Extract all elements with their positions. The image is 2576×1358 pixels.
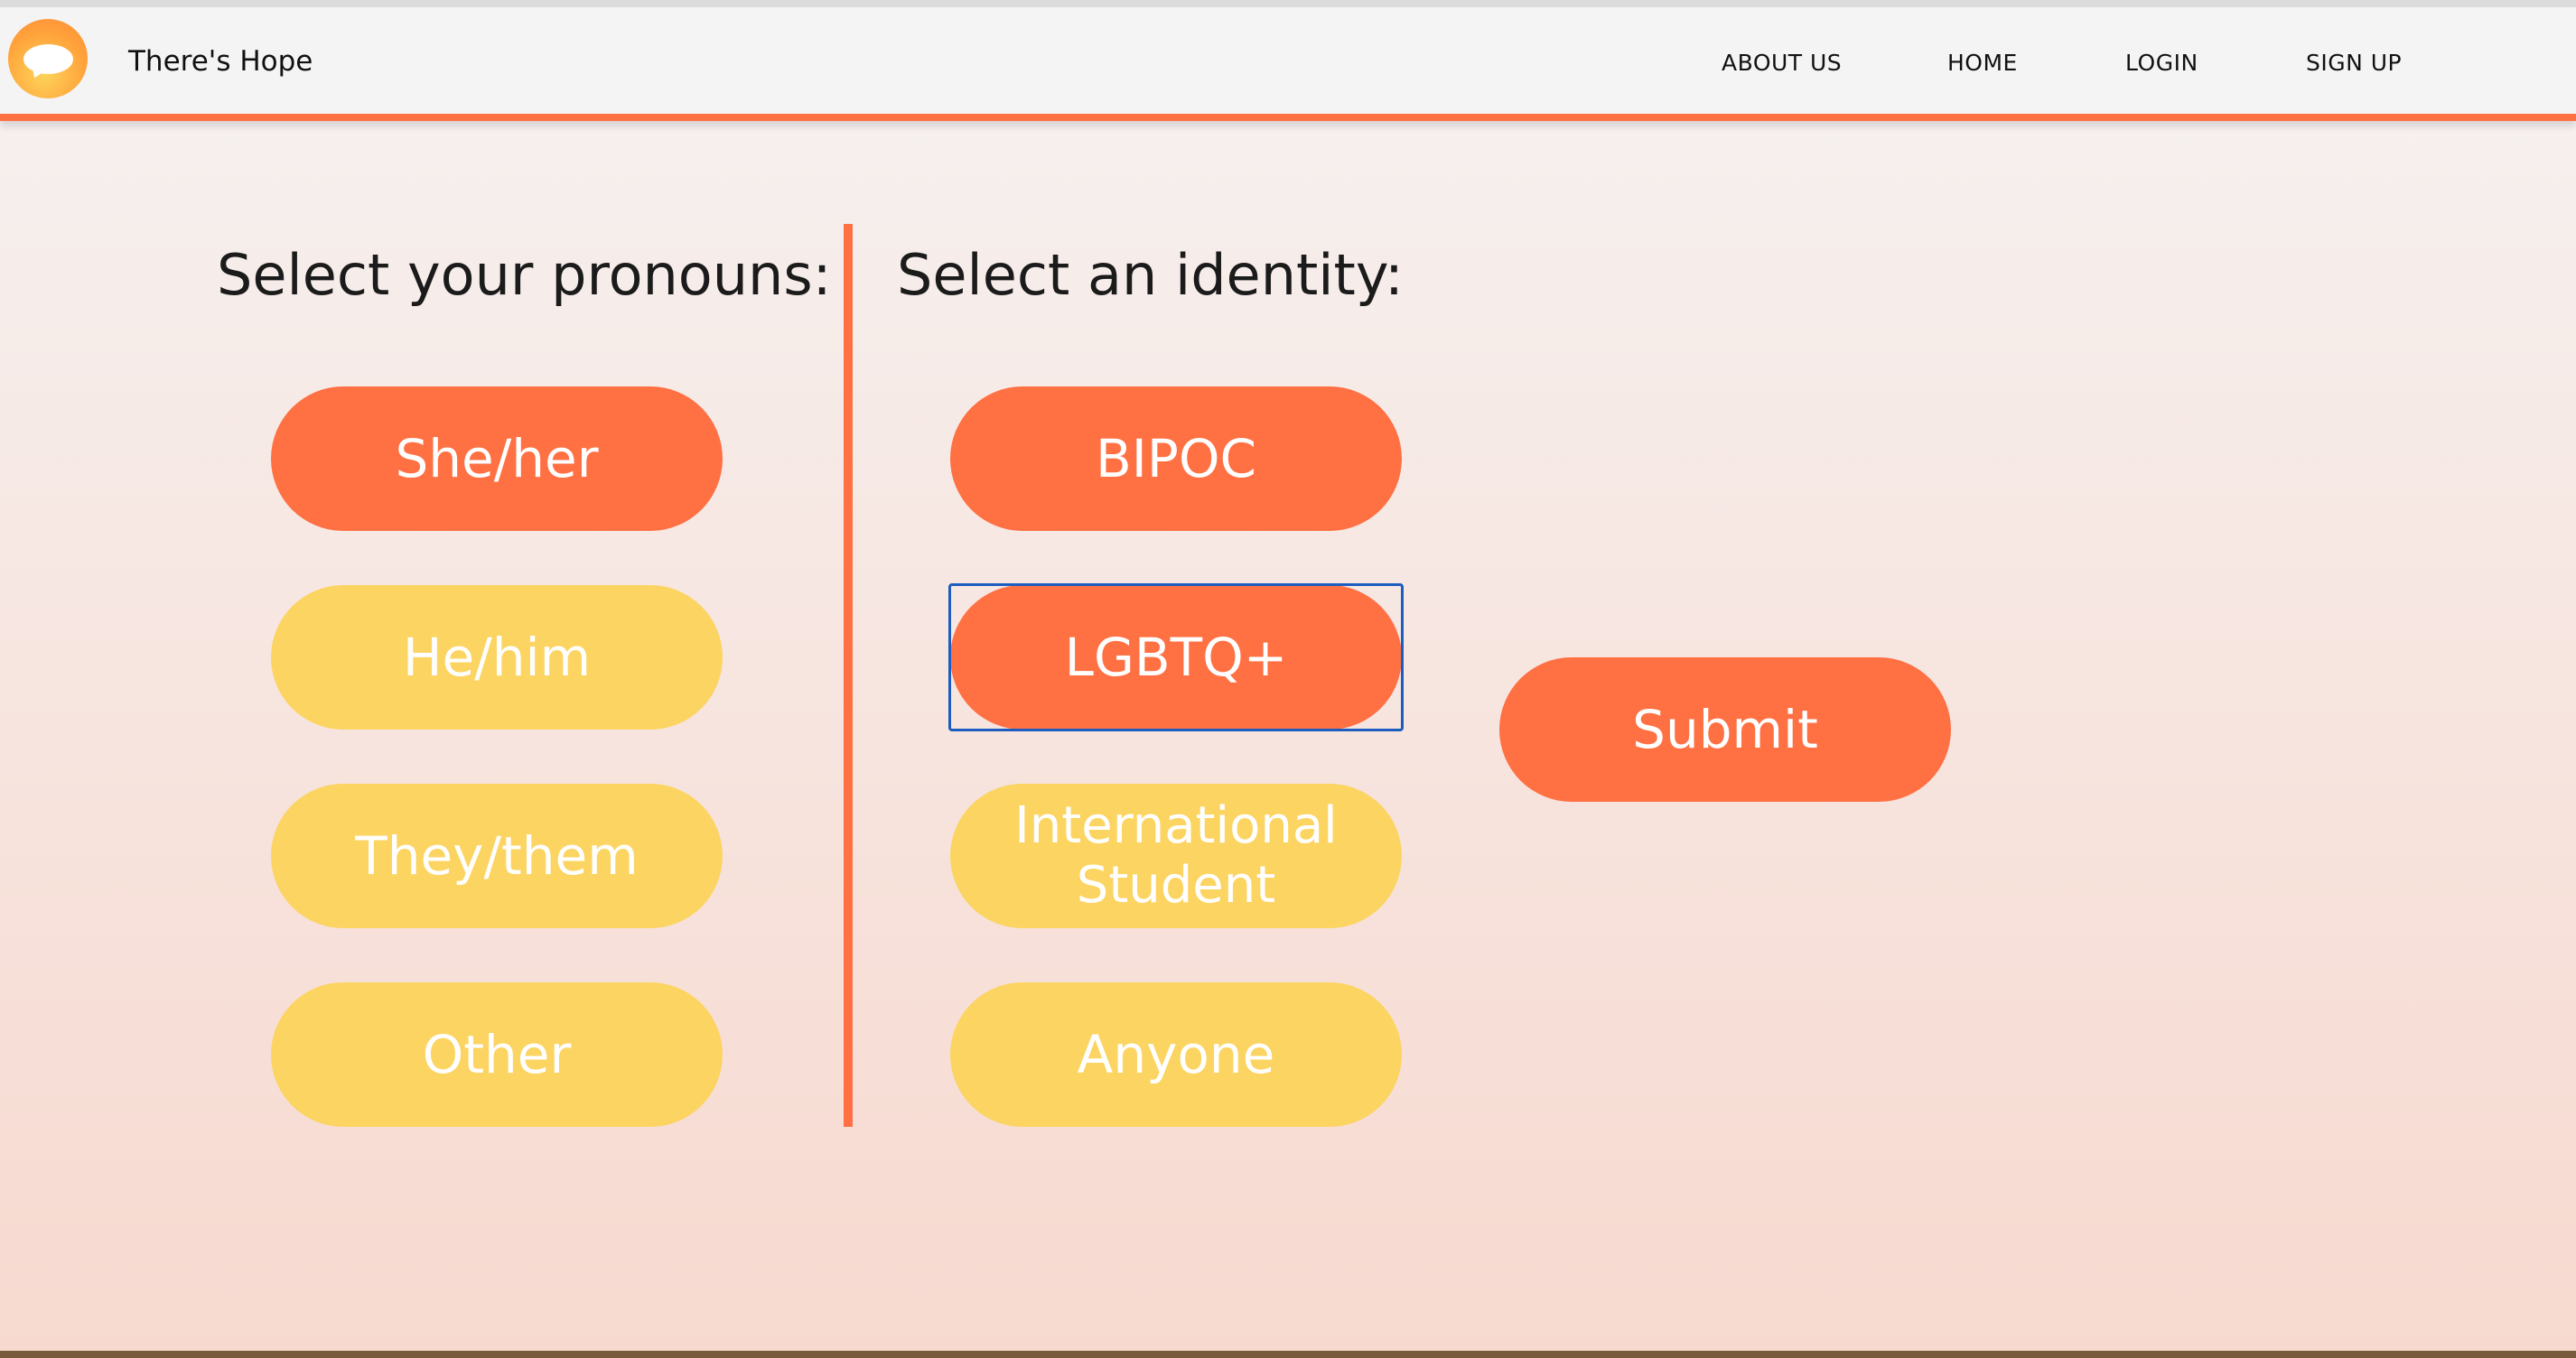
- pronoun-option-label: Other: [422, 1024, 572, 1085]
- pronoun-option-label: He/him: [402, 627, 592, 688]
- identity-heading: Select an identity:: [897, 242, 1404, 308]
- pronoun-option-label: She/her: [395, 428, 599, 489]
- identity-anyone-button[interactable]: Anyone: [950, 982, 1402, 1127]
- submit-button[interactable]: Submit: [1499, 657, 1951, 802]
- speech-bubble-icon[interactable]: [8, 19, 88, 98]
- pronoun-they-them-button[interactable]: They/them: [271, 784, 723, 928]
- identity-lgbtq-button[interactable]: LGBTQ+: [950, 585, 1402, 730]
- identity-bipoc-button[interactable]: BIPOC: [950, 386, 1402, 531]
- pronoun-she-her-button[interactable]: She/her: [271, 386, 723, 531]
- identity-option-label: Anyone: [1077, 1024, 1275, 1085]
- pronouns-heading: Select your pronouns:: [217, 242, 832, 308]
- nav-login[interactable]: LOGIN: [2125, 50, 2198, 76]
- identity-option-label: BIPOC: [1095, 428, 1257, 489]
- nav-about-us[interactable]: ABOUT US: [1722, 50, 1842, 76]
- identity-international-student-button[interactable]: International Student: [950, 784, 1402, 928]
- identity-option-label: LGBTQ+: [1064, 627, 1288, 688]
- nav-home[interactable]: HOME: [1947, 50, 2018, 76]
- identity-option-label: International Student: [1014, 796, 1338, 915]
- nav-sign-up[interactable]: SIGN UP: [2306, 50, 2402, 76]
- window-top-edge: [0, 0, 2576, 7]
- pronoun-he-him-button[interactable]: He/him: [271, 585, 723, 730]
- window-bottom-edge: [0, 1351, 2576, 1358]
- submit-label: Submit: [1632, 699, 1818, 760]
- pronoun-option-label: They/them: [355, 825, 639, 887]
- brand-name[interactable]: There's Hope: [128, 45, 313, 78]
- pronoun-other-button[interactable]: Other: [271, 982, 723, 1127]
- column-divider: [844, 224, 853, 1127]
- navbar: There's Hope ABOUT US HOME LOGIN SIGN UP: [0, 7, 2576, 121]
